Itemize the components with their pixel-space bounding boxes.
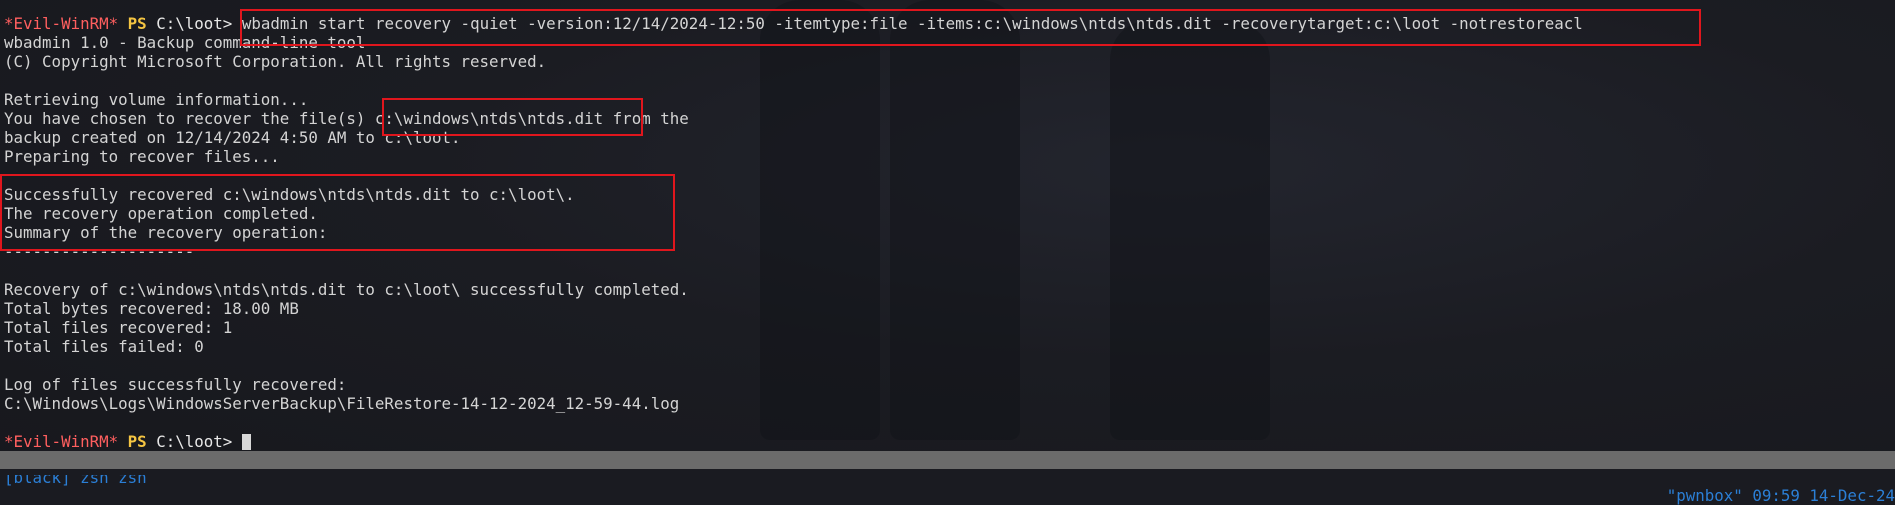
prompt-name: *Evil-WinRM*: [4, 14, 119, 33]
bottom-strip: [0, 469, 1895, 475]
prompt-ps: PS: [127, 432, 147, 451]
host-clock: "pwnbox" 09:59 14-Dec-24: [1666, 486, 1895, 505]
prompt-ps: PS: [127, 14, 147, 33]
current-prompt-line[interactable]: *Evil-WinRM* PS C:\loot>: [4, 432, 1895, 451]
output-line: Retrieving volume information...: [4, 90, 309, 109]
output-line: You have chosen to recover the file(s) c…: [4, 109, 689, 128]
tmux-status-bar: [black] zsh zsh "pwnbox" 09:59 14-Dec-24: [0, 451, 1895, 505]
highlight-box-command: [240, 9, 1701, 46]
output-line: C:\Windows\Logs\WindowsServerBackup\File…: [4, 394, 680, 413]
terminal-cursor: [241, 434, 251, 450]
output-line: Preparing to recover files...: [4, 147, 280, 166]
output-line: backup created on 12/14/2024 4:50 AM to …: [4, 128, 461, 147]
prompt-name: *Evil-WinRM*: [4, 432, 119, 451]
output-line: Log of files successfully recovered:: [4, 375, 347, 394]
prompt-path: C:\loot>: [156, 14, 233, 33]
highlight-box-success: [0, 174, 675, 251]
output-line: Total files recovered: 1: [4, 318, 233, 337]
output-line: (C) Copyright Microsoft Corporation. All…: [4, 52, 547, 71]
highlight-box-filename: [382, 98, 643, 136]
output-line: Total bytes recovered: 18.00 MB: [4, 299, 299, 318]
prompt-path: C:\loot>: [156, 432, 233, 451]
output-line: Recovery of c:\windows\ntds\ntds.dit to …: [4, 280, 689, 299]
output-line: Total files failed: 0: [4, 337, 204, 356]
